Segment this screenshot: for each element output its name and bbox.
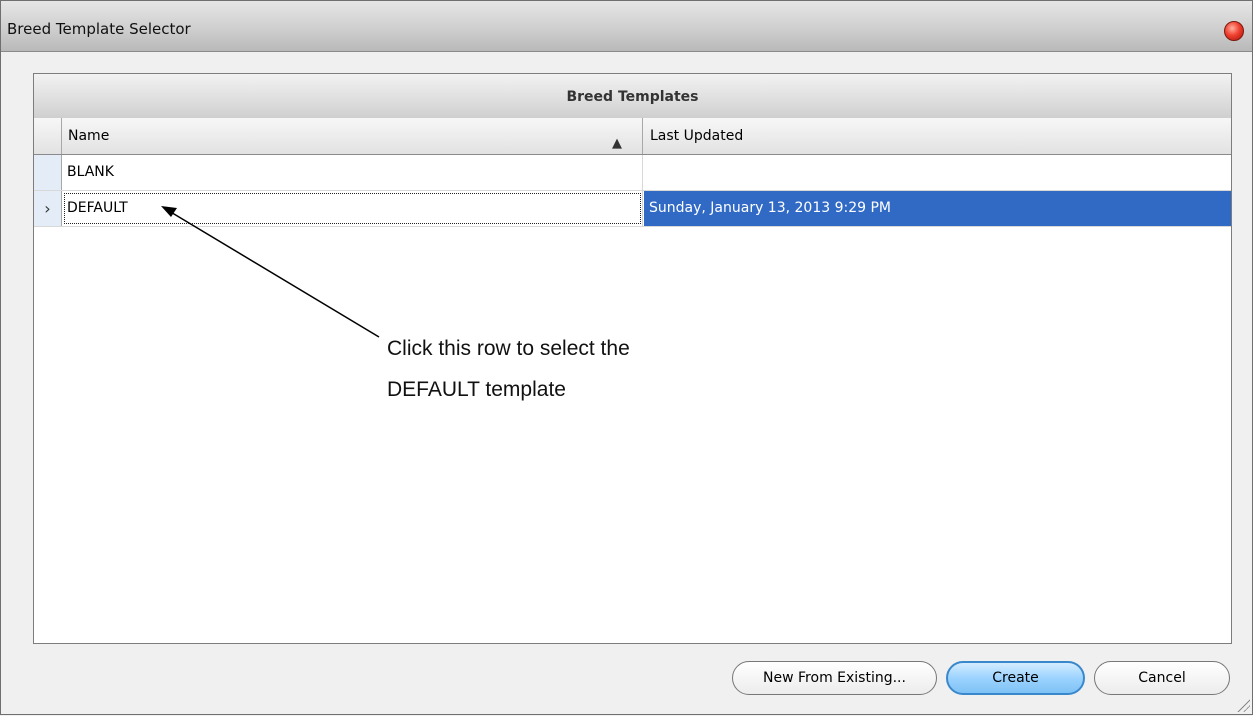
cell-name[interactable]: BLANK bbox=[62, 155, 643, 190]
breed-templates-grid: Breed Templates Name ▲ Last Updated BLAN… bbox=[33, 73, 1232, 644]
annotation-callout-text: Click this row to select the DEFAULT tem… bbox=[387, 337, 630, 401]
cell-last-updated[interactable] bbox=[644, 155, 1231, 190]
grid-group-header: Breed Templates bbox=[34, 74, 1231, 119]
cell-last-updated[interactable]: Sunday, January 13, 2013 9:29 PM bbox=[644, 191, 1231, 226]
cell-name[interactable]: DEFAULT bbox=[62, 191, 643, 226]
row-indicator-chevron-icon: › bbox=[34, 191, 62, 226]
window-title: Breed Template Selector bbox=[7, 20, 191, 38]
create-button[interactable]: Create bbox=[946, 661, 1085, 695]
row-indicator bbox=[34, 155, 62, 190]
resize-grip-icon[interactable] bbox=[1236, 698, 1250, 712]
title-bar[interactable]: Breed Template Selector bbox=[1, 1, 1252, 52]
column-header-name[interactable]: Name ▲ bbox=[62, 118, 643, 154]
close-icon[interactable] bbox=[1224, 21, 1244, 41]
table-row-selected[interactable]: › DEFAULT Sunday, January 13, 2013 9:29 … bbox=[34, 191, 1231, 227]
row-indicator-header bbox=[34, 118, 62, 154]
table-row[interactable]: BLANK bbox=[34, 155, 1231, 191]
dialog-window: Breed Template Selector Breed Templates … bbox=[0, 0, 1253, 715]
new-from-existing-button[interactable]: New From Existing... bbox=[732, 661, 937, 695]
cancel-button[interactable]: Cancel bbox=[1094, 661, 1230, 695]
column-header-last-updated[interactable]: Last Updated bbox=[644, 118, 1231, 154]
column-header-name-label: Name bbox=[68, 128, 110, 144]
column-header-row: Name ▲ Last Updated bbox=[34, 118, 1231, 155]
